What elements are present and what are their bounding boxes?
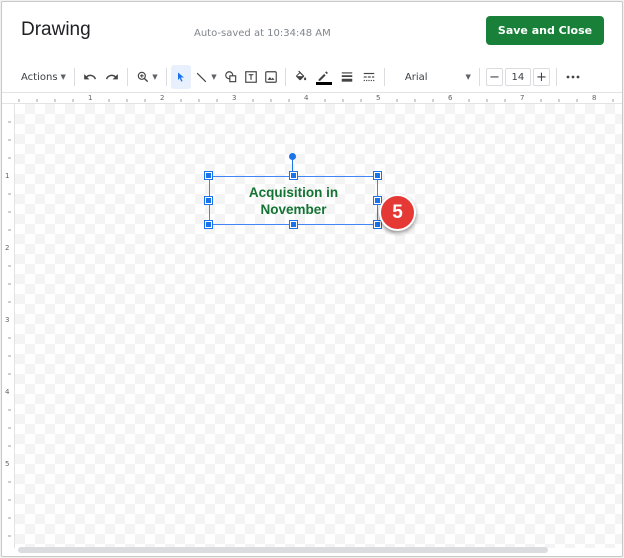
ruler-number: 5 [5,460,10,468]
line-dash-icon [363,72,375,82]
ruler-ticks [8,121,11,537]
toolbar-divider [383,68,385,86]
line-tool-button[interactable]: ▼ [191,65,221,89]
more-options-button[interactable] [561,65,585,89]
cursor-arrow-icon [177,72,184,82]
caret-down-icon: ▼ [465,73,471,81]
increase-font-size-button[interactable]: + [532,68,550,86]
ruler-number: 1 [5,172,10,180]
resize-handle-bottom-right[interactable] [374,221,381,228]
fill-color-button[interactable] [290,65,312,89]
ruler-number: 7 [520,94,525,102]
shapes-icon [225,71,237,83]
toolbar-divider [478,68,480,86]
actions-menu[interactable]: Actions ▼ [12,65,70,89]
text-box-content[interactable]: Acquisition in November [224,184,364,218]
font-family-select[interactable]: Arial ▼ [397,65,475,89]
save-and-close-button[interactable]: Save and Close [486,16,604,45]
toolbar-divider [126,68,128,86]
ruler-number: 6 [448,94,453,102]
more-horizontal-icon [566,75,580,79]
toolbar-divider [73,68,75,86]
dialog-title: Drawing [21,19,91,40]
autosave-status: Auto-saved at 10:34:48 AM [194,28,331,39]
decrease-font-size-button[interactable]: − [485,68,503,86]
toolbar: Actions ▼ ▼ ▼ Arial ▼ − 14 + [12,64,616,90]
undo-button[interactable] [79,65,101,89]
drawing-dialog: Drawing Auto-saved at 10:34:48 AM Save a… [1,1,623,557]
ruler-number: 8 [592,94,597,102]
horizontal-ruler: 1 2 3 4 5 6 7 8 [2,92,622,104]
select-tool-button[interactable] [170,65,191,89]
ruler-ticks [18,99,614,102]
ruler-number: 3 [232,94,237,102]
horizontal-scrollbar[interactable] [18,547,548,553]
toolbar-divider [165,68,167,86]
redo-icon [105,74,118,80]
ruler-number: 1 [88,94,93,102]
ruler-number: 4 [5,388,10,396]
zoom-button[interactable]: ▼ [132,65,162,89]
text-box-button[interactable] [241,65,261,89]
border-dash-button[interactable] [358,65,380,89]
image-button[interactable] [261,65,281,89]
font-size-input[interactable]: 14 [504,68,531,86]
ruler-number: 2 [160,94,165,102]
caret-down-icon: ▼ [211,73,217,81]
resize-handle-left[interactable] [205,197,212,204]
resize-handle-top-right[interactable] [374,172,381,179]
ruler-number: 3 [5,316,10,324]
resize-handle-bottom[interactable] [290,221,297,228]
text-box-icon [245,71,257,83]
resize-handle-right[interactable] [374,197,381,204]
zoom-in-icon [137,71,149,83]
line-icon [196,72,207,82]
rotation-handle[interactable] [289,153,296,160]
ruler-number: 5 [376,94,381,102]
border-color-swatch [315,81,332,85]
ruler-number: 4 [304,94,309,102]
paint-bucket-icon [295,70,307,81]
resize-handle-top[interactable] [290,172,297,179]
caret-down-icon: ▼ [60,73,66,81]
line-weight-icon [341,72,353,82]
resize-handle-top-left[interactable] [205,172,212,179]
actions-label: Actions [21,71,58,83]
border-weight-button[interactable] [336,65,358,89]
font-family-value: Arial [404,71,428,83]
ruler-number: 2 [5,244,10,252]
caret-down-icon: ▼ [152,73,158,81]
redo-button[interactable] [101,65,123,89]
resize-handle-bottom-left[interactable] [205,221,212,228]
border-color-button[interactable] [312,65,336,89]
dialog-header: Drawing Auto-saved at 10:34:48 AM Save a… [2,2,622,60]
pencil-icon [319,70,329,81]
toolbar-divider [284,68,286,86]
undo-icon [84,74,97,80]
vertical-ruler: 1 2 3 4 5 [2,104,15,548]
shape-tool-button[interactable] [221,65,241,89]
text-box-shape[interactable]: Acquisition in November [209,176,378,225]
step-number-badge: 5 [379,194,416,231]
image-icon [265,71,277,83]
drawing-canvas[interactable] [15,104,622,548]
toolbar-divider [555,68,557,86]
